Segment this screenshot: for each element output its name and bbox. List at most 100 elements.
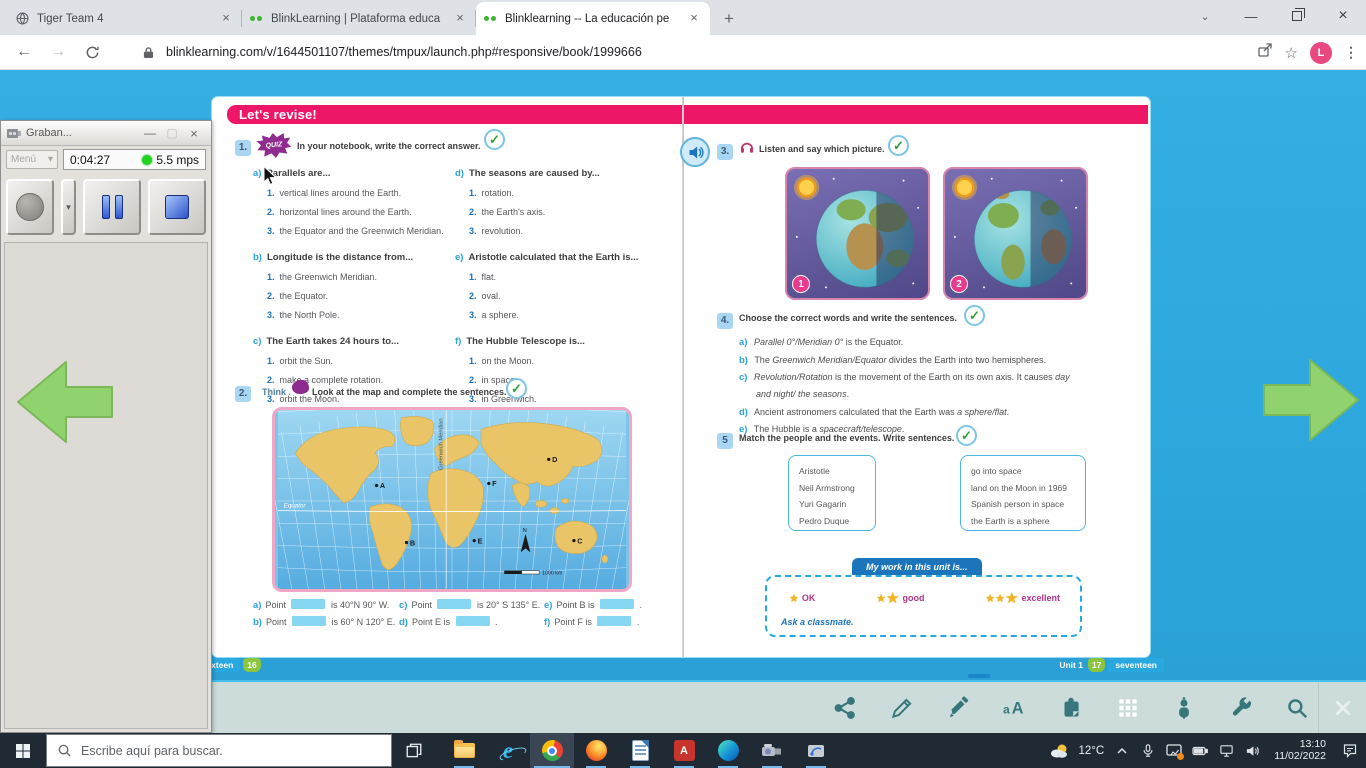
recorder-title-bar[interactable]: Graban... — ▢ ×	[1, 121, 211, 146]
audio-button[interactable]	[680, 137, 710, 167]
toolbar-close-button[interactable]	[1318, 682, 1366, 733]
rating-option[interactable]: ★ OK	[789, 589, 815, 607]
person-item[interactable]: Aristotle	[799, 463, 865, 480]
new-tab-button[interactable]: +	[716, 6, 742, 32]
lock-icon[interactable]	[138, 42, 158, 62]
start-button[interactable]	[0, 733, 46, 768]
minimize-icon[interactable]: —	[139, 126, 161, 140]
svg-text:Equator: Equator	[284, 503, 307, 510]
taskbar-search-input[interactable]: Escribe aquí para buscar.	[46, 734, 392, 767]
writer-taskbar-button[interactable]	[618, 733, 662, 768]
weather-temp[interactable]: 12°C	[1079, 745, 1105, 757]
camcorder-taskbar-button[interactable]	[750, 733, 794, 768]
file-explorer-taskbar-button[interactable]	[442, 733, 486, 768]
check-answers-button[interactable]	[506, 378, 527, 399]
task-view-button[interactable]	[392, 733, 436, 768]
acrobat-taskbar-button[interactable]: A	[662, 733, 706, 768]
picture-card[interactable]: 2	[943, 167, 1088, 300]
browser-tab[interactable]: Tiger Team 4 ×	[8, 2, 242, 35]
apps-grid-icon[interactable]	[1115, 695, 1141, 721]
refresh-icon[interactable]	[82, 42, 102, 62]
cast-icon[interactable]	[1166, 743, 1185, 760]
star-icon: ★	[1005, 590, 1019, 607]
check-answers-button[interactable]	[888, 135, 909, 156]
notification-icon[interactable]	[1342, 743, 1358, 759]
event-item[interactable]: Spanish person in space	[971, 496, 1075, 513]
volume-icon[interactable]	[1244, 743, 1260, 759]
tools-icon[interactable]	[1228, 695, 1254, 721]
avatar-icon[interactable]	[1171, 695, 1197, 721]
exercise-number: 1.	[235, 140, 251, 156]
highlighter-icon[interactable]	[945, 695, 971, 721]
share-icon[interactable]	[832, 695, 858, 721]
chevron-up-icon[interactable]	[1114, 743, 1130, 759]
exercise-4-instruction: Choose the correct words and write the s…	[739, 313, 958, 323]
tab-search-icon[interactable]: ⌄	[1182, 0, 1228, 32]
browser-menu-icon[interactable]: ⋮	[1344, 44, 1358, 61]
close-icon[interactable]: ×	[183, 126, 205, 141]
choice-sentence: c) Revolution/Rotation is the movement o…	[739, 372, 1070, 399]
close-icon[interactable]: ×	[1320, 0, 1366, 32]
record-options-dropdown[interactable]: ▾	[61, 179, 76, 235]
rating-label: OK	[801, 593, 816, 603]
rating-option[interactable]: ★ ★ ★ excellent	[985, 589, 1060, 607]
firefox-taskbar-button[interactable]	[574, 733, 618, 768]
url-text[interactable]: blinklearning.com/v/1644501107/themes/tm…	[166, 45, 642, 59]
recorder-taskbar-button[interactable]	[794, 733, 838, 768]
minimize-icon[interactable]: —	[1228, 0, 1274, 32]
answer-option: 2. horizontal lines around the Earth.	[267, 207, 412, 217]
battery-icon[interactable]	[1192, 743, 1209, 759]
tab-close-icon[interactable]: ×	[686, 10, 702, 27]
search-icon[interactable]	[1284, 695, 1310, 721]
exercise-5-instruction: Match the people and the events. Write s…	[739, 433, 955, 443]
star-icon: ★	[995, 592, 1006, 605]
exercise-3-header: 3.	[717, 141, 733, 160]
browser-tab[interactable]: BlinkLearning | Plataforma educa ×	[242, 2, 476, 35]
browser-tab[interactable]: Blinklearning -- La educación pe ×	[476, 2, 710, 35]
text-size-icon[interactable]: aA	[1002, 695, 1028, 721]
scrollbar-nub[interactable]	[968, 674, 990, 678]
pause-icon	[101, 195, 110, 219]
record-button[interactable]	[6, 179, 54, 235]
answer-option: 1. rotation.	[469, 188, 515, 198]
back-icon[interactable]: ←	[14, 42, 34, 62]
event-item[interactable]: land on the Moon in 1969	[971, 480, 1075, 497]
network-icon[interactable]	[1218, 743, 1234, 759]
notes-icon[interactable]	[1058, 695, 1084, 721]
check-answers-button[interactable]	[956, 425, 977, 446]
bookmark-star-icon[interactable]: ☆	[1285, 44, 1298, 62]
tab-close-icon[interactable]: ×	[218, 10, 234, 27]
fill-in-sentence: e) Point B is .	[544, 599, 642, 611]
close-icon	[1335, 700, 1350, 715]
check-answers-button[interactable]	[964, 305, 985, 326]
stop-button[interactable]	[148, 179, 206, 235]
forward-icon[interactable]: →	[48, 42, 68, 62]
recorder-menu-dropdown[interactable]: Menú ▾	[6, 150, 58, 169]
tab-close-icon[interactable]: ×	[452, 10, 468, 27]
event-item[interactable]: the Earth is a sphere	[971, 513, 1075, 530]
person-item[interactable]: Yuri Gagarin	[799, 496, 865, 513]
pencil-icon[interactable]	[889, 695, 915, 721]
chrome-taskbar-button[interactable]	[530, 733, 574, 768]
star-icon: ★	[876, 592, 887, 605]
internet-explorer-taskbar-button[interactable]: e	[486, 733, 530, 768]
profile-avatar[interactable]: L	[1310, 41, 1332, 64]
person-item[interactable]: Neil Armstrong	[799, 480, 865, 497]
event-item[interactable]: go into space	[971, 463, 1075, 480]
next-page-arrow[interactable]	[1262, 352, 1362, 453]
globe-icon	[16, 12, 30, 26]
edge-taskbar-button[interactable]	[706, 733, 750, 768]
answer-blank	[437, 599, 472, 609]
share-page-icon[interactable]	[1257, 42, 1273, 63]
prev-page-arrow[interactable]	[14, 354, 114, 455]
taskbar-clock[interactable]: 13:10 11/02/2022	[1274, 738, 1326, 762]
person-item[interactable]: Pedro Duque	[799, 513, 865, 530]
weather-icon[interactable]	[1049, 743, 1069, 759]
restore-icon[interactable]	[1274, 0, 1320, 32]
rating-option[interactable]: ★ ★ good	[876, 589, 924, 607]
check-answers-button[interactable]	[484, 129, 505, 150]
question-title: Longitude is the distance from...	[266, 252, 414, 263]
pause-button[interactable]	[83, 179, 141, 235]
microphone-icon[interactable]	[1140, 743, 1156, 759]
picture-card[interactable]: 1	[785, 167, 930, 300]
